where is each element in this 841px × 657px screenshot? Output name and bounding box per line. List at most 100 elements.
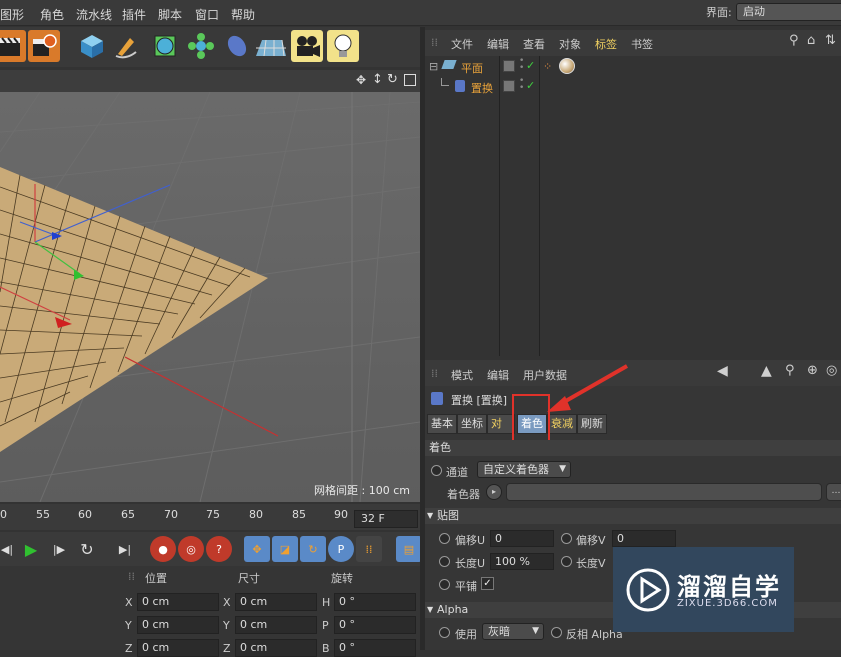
- size-y-field[interactable]: 0 cm: [235, 616, 317, 634]
- om-menu-edit[interactable]: 编辑: [487, 36, 509, 52]
- rotate-view-icon[interactable]: ↻: [387, 72, 398, 87]
- 3d-viewport[interactable]: 网格间距 : 100 cm: [0, 92, 420, 502]
- phong-tag-icon[interactable]: ⁘: [543, 60, 552, 73]
- size-z-field[interactable]: 0 cm: [235, 639, 317, 657]
- point-key-icon[interactable]: ⁞⁞: [356, 536, 382, 562]
- menu-window[interactable]: 窗口: [195, 6, 219, 23]
- offset-u-field[interactable]: 0: [490, 530, 554, 547]
- back-arrow-icon[interactable]: ◀: [717, 363, 728, 379]
- camera-icon[interactable]: [291, 30, 323, 62]
- position-z-field[interactable]: 0 cm: [137, 639, 219, 657]
- floor-icon[interactable]: [255, 30, 287, 62]
- current-frame-field[interactable]: 32 F: [354, 510, 418, 528]
- up-arrow-icon[interactable]: ▲: [761, 363, 772, 379]
- om-menu-view[interactable]: 查看: [523, 36, 545, 52]
- scale-key-icon[interactable]: ◪: [272, 536, 298, 562]
- position-x-field[interactable]: 0 cm: [137, 593, 219, 611]
- pen-spline-icon[interactable]: [110, 30, 142, 62]
- shader-expand-icon[interactable]: ▸: [486, 484, 502, 500]
- keyframe-help-icon[interactable]: ?: [206, 536, 232, 562]
- layer-icon[interactable]: [503, 60, 515, 72]
- object-row[interactable]: 置换 • • ✓: [425, 77, 841, 96]
- object-row[interactable]: ⊟ 平面 • • ✓ ⁘: [425, 57, 841, 76]
- search-icon[interactable]: ⚲: [785, 363, 795, 378]
- param-key-icon[interactable]: P: [328, 536, 354, 562]
- lock-icon[interactable]: ⊕: [807, 363, 818, 378]
- record-key-icon[interactable]: ●: [150, 536, 176, 562]
- channel-select[interactable]: 自定义着色器 ▼: [477, 461, 571, 478]
- tab-coordinates[interactable]: 坐标: [457, 414, 487, 434]
- collapse-icon[interactable]: ⊟: [429, 60, 438, 73]
- play-icon[interactable]: ▶: [18, 536, 44, 562]
- position-y-field[interactable]: 0 cm: [137, 616, 219, 634]
- viewport-header: ✥ ↕ ↻: [0, 70, 420, 92]
- interface-select[interactable]: 启动: [736, 3, 841, 21]
- visibility-dots-icon[interactable]: • •: [519, 77, 524, 93]
- target-icon[interactable]: ◎: [826, 363, 837, 378]
- menu-graphics[interactable]: 图形: [0, 6, 24, 23]
- timeline-ruler[interactable]: 0 55 60 65 70 75 80 85 90 32 F: [0, 504, 420, 530]
- length-v-radio[interactable]: [561, 556, 572, 567]
- tile-checkbox[interactable]: ✓: [481, 577, 494, 590]
- move-view-icon[interactable]: ✥: [356, 73, 366, 87]
- length-u-radio[interactable]: [439, 556, 450, 567]
- step-back-icon[interactable]: ◀|: [0, 536, 20, 562]
- enabled-check-icon[interactable]: ✓: [526, 59, 535, 72]
- step-forward-icon[interactable]: |▶: [46, 536, 72, 562]
- subdivision-icon[interactable]: [149, 30, 181, 62]
- om-menu-bookmarks[interactable]: 书签: [631, 36, 653, 52]
- loop-icon[interactable]: ↻: [74, 536, 100, 562]
- menu-character[interactable]: 角色: [40, 6, 64, 23]
- menu-help[interactable]: 帮助: [231, 6, 255, 23]
- shader-slot[interactable]: [506, 483, 822, 501]
- om-menu-tags[interactable]: 标签: [595, 36, 617, 52]
- object-name[interactable]: 平面: [461, 60, 483, 76]
- attribute-manager-header: ⁞⁞ 模式 编辑 用户数据 ◀ ▲ ⚲ ⊕ ◎: [425, 360, 841, 386]
- move-key-icon[interactable]: ✥: [244, 536, 270, 562]
- channel-radio[interactable]: [431, 465, 442, 476]
- material-tag-icon[interactable]: [559, 58, 575, 74]
- array-icon[interactable]: [185, 30, 217, 62]
- use-radio[interactable]: [439, 627, 450, 638]
- nav-arrow-icon[interactable]: ⇅: [825, 33, 836, 48]
- rotate-key-icon[interactable]: ↻: [300, 536, 326, 562]
- tile-radio[interactable]: [439, 579, 450, 590]
- play-logo-icon: [626, 568, 670, 612]
- rotation-b-field[interactable]: 0 °: [334, 639, 416, 657]
- deformer-icon[interactable]: [221, 30, 253, 62]
- go-to-end-icon[interactable]: ▶|: [112, 536, 138, 562]
- rotation-p-field[interactable]: 0 °: [334, 616, 416, 634]
- offset-v-field[interactable]: 0: [612, 530, 676, 547]
- menu-plugins[interactable]: 插件: [122, 6, 146, 23]
- tab-object[interactable]: 对象: [487, 414, 515, 434]
- zoom-view-icon[interactable]: ↕: [372, 72, 383, 87]
- am-menu-edit[interactable]: 编辑: [487, 367, 509, 383]
- auto-key-icon[interactable]: ◎: [178, 536, 204, 562]
- om-menu-file[interactable]: 文件: [451, 36, 473, 52]
- shader-menu-icon[interactable]: …: [826, 483, 841, 501]
- om-menu-objects[interactable]: 对象: [559, 36, 581, 52]
- film-strip-icon[interactable]: ▤: [396, 536, 422, 562]
- invert-alpha-radio[interactable]: [551, 627, 562, 638]
- enabled-check-icon[interactable]: ✓: [526, 79, 535, 92]
- maximize-view-icon[interactable]: [404, 74, 416, 86]
- length-u-field[interactable]: 100 %: [490, 553, 554, 570]
- cube-icon[interactable]: [76, 30, 108, 62]
- clapper-icon[interactable]: [0, 30, 26, 62]
- use-select[interactable]: 灰暗 ▼: [482, 623, 544, 640]
- object-name[interactable]: 置换: [471, 80, 493, 96]
- tab-basic[interactable]: 基本: [427, 414, 457, 434]
- rotation-h-field[interactable]: 0 °: [334, 593, 416, 611]
- offset-u-radio[interactable]: [439, 533, 450, 544]
- offset-v-radio[interactable]: [561, 533, 572, 544]
- visibility-dots-icon[interactable]: • •: [519, 57, 524, 73]
- light-bulb-icon[interactable]: [327, 30, 359, 62]
- size-x-field[interactable]: 0 cm: [235, 593, 317, 611]
- search-icon[interactable]: ⚲: [789, 33, 799, 48]
- home-icon[interactable]: ⌂: [807, 33, 815, 48]
- menu-pipeline[interactable]: 流水线: [76, 6, 112, 23]
- render-settings-icon[interactable]: [28, 30, 60, 62]
- layer-icon[interactable]: [503, 80, 515, 92]
- menu-script[interactable]: 脚本: [158, 6, 182, 23]
- am-menu-mode[interactable]: 模式: [451, 367, 473, 383]
